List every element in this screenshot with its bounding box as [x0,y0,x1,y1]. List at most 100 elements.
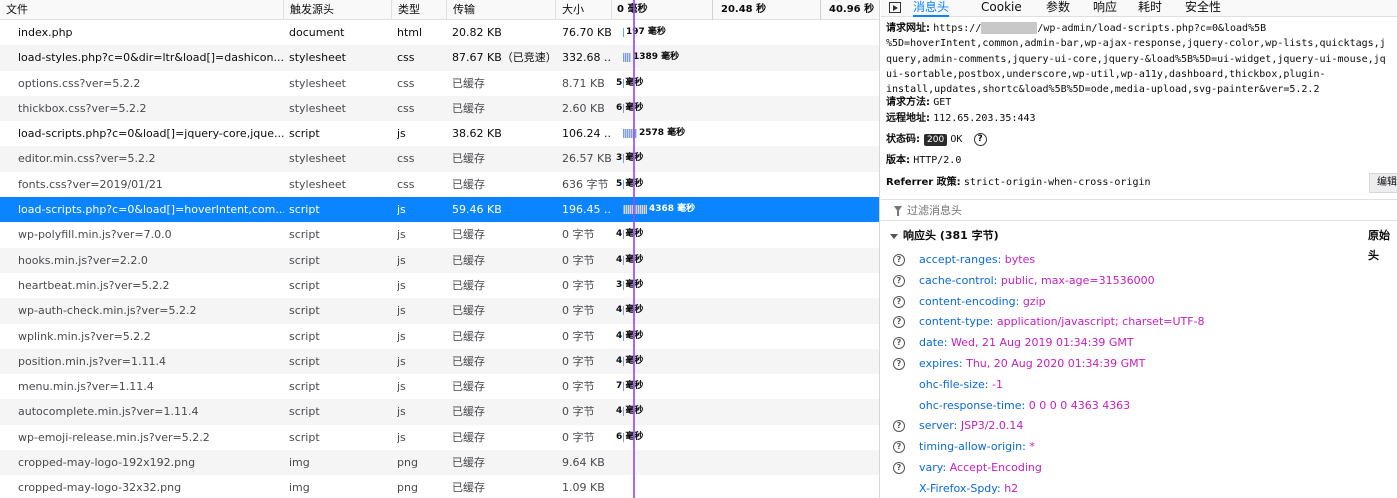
header-value: 0 0 0 0 4363 4363 [1028,398,1131,412]
request-type: js [397,127,406,141]
header-key: vary: Accept-Encoding [919,458,1042,479]
response-header-item[interactable]: ? vary: Accept-Encoding [881,458,1397,479]
column-header-size[interactable]: 大小 [556,0,612,20]
response-header-list: ? accept-ranges: bytes? cache-control: pub… [881,250,1397,498]
request-file: cropped-may-logo-192x192.png [18,456,196,470]
request-type: css [397,76,415,90]
request-type: html [397,26,423,39]
response-header-item[interactable]: ohc-response-time: 0 0 0 0 4363 4363 [881,396,1397,417]
request-row[interactable]: wp-auth-check.min.js?ver=5.2.2 script js 已缓… [0,298,879,324]
request-row[interactable]: editor.min.css?ver=5.2.2 stylesheet css 已缓存… [0,146,879,172]
help-icon[interactable]: ? [893,295,905,308]
help-icon[interactable]: ? [893,254,905,266]
request-row[interactable]: cropped-may-logo-192x192.png img png 已缓存 9.6… [0,450,879,476]
request-row[interactable]: cropped-may-logo-32x32.png img png 已缓存 1.09 … [0,475,879,498]
request-row[interactable]: fonts.css?ver=2019/01/21 stylesheet css 已缓存… [0,172,879,197]
header-key: cache-control: public, max-age=31536000 [919,271,1155,292]
request-row[interactable]: wp-emoji-release.min.js?ver=5.2.2 script j… [0,425,879,450]
request-file: editor.min.css?ver=5.2.2 [18,152,156,166]
response-header-item[interactable]: ? server: JSP3/2.0.14 [881,416,1397,437]
response-header-item[interactable]: ? content-encoding: gzip [881,292,1397,313]
filter-headers-input[interactable] [907,203,1207,218]
timing-label: 4 毫秒 [616,254,644,265]
request-cause: stylesheet [289,76,346,90]
response-header-item[interactable]: ohc-file-size: -1 [881,375,1397,396]
response-header-item[interactable]: X-Firefox-Spdy: h2 [881,479,1397,498]
request-row[interactable]: hooks.min.js?ver=2.2.0 script js 已缓存 0 字节 4 毫… [0,247,879,273]
response-header-item[interactable]: ? cache-control: public, max-age=31536000 [881,271,1397,292]
edit-resend-button[interactable]: 编辑 [1369,173,1397,193]
response-header-item[interactable]: ? content-type: application/javascript; c… [881,312,1397,333]
request-row[interactable]: autocomplete.min.js?ver=1.11.4 script js 已缓… [0,399,879,425]
request-size: 0 字节 [562,253,595,267]
request-row[interactable]: load-styles.php?c=0&dir=ltr&load[]=dashi… [0,45,879,71]
header-key: content-type: application/javascript; ch… [919,312,1205,333]
help-icon[interactable]: ? [893,441,905,454]
header-value: Accept-Encoding [949,460,1042,474]
referrer-policy: Referrer 政策: strict-origin-when-cross-or… [886,175,1151,190]
request-cause: script [289,380,320,394]
response-header-item[interactable]: ? accept-ranges: bytes [881,250,1397,271]
request-size: 1.09 KB [562,481,605,495]
help-icon[interactable]: ? [973,132,987,146]
request-row[interactable]: wp-polyfill.min.js?ver=7.0.0 script js 已缓存 0… [0,222,879,247]
header-value: -1 [991,377,1003,391]
request-size: 0 字节 [562,405,595,419]
request-row[interactable]: index.php document html 20.82 KB 76.70 KB 197… [0,20,879,45]
request-row[interactable]: position.min.js?ver=1.11.4 script js 已缓存 0 字… [0,348,879,375]
tab-cookie[interactable]: Cookie [981,0,1022,17]
column-header-transferred[interactable]: 传输 [447,0,556,20]
header-key: date: Wed, 21 Aug 2019 01:34:39 GMT [919,333,1134,354]
header-key: content-encoding: gzip [919,292,1046,313]
header-key-text: cache-control: [919,273,998,287]
request-url-part: ui-sortable,postbox,underscore,wp-util,w… [886,68,1326,80]
tab-timings[interactable]: 耗时 [1138,0,1162,17]
help-icon[interactable]: ? [893,461,905,474]
timing-label: 5 毫秒 [616,178,644,189]
column-header-cause[interactable]: 触发源头 [284,0,392,20]
request-row[interactable]: heartbeat.min.js?ver=5.2.2 script js 已缓存 0 字… [0,273,879,298]
request-method-value: GET [933,97,952,108]
help-icon[interactable]: ? [893,357,905,370]
response-header-item[interactable]: ? timing-allow-origin: * [881,437,1397,458]
request-file: load-scripts.php?c=0&load[]=hoverIntent,… [18,203,284,217]
response-header-item[interactable]: ? date: Wed, 21 Aug 2019 01:34:39 GMT [881,333,1397,354]
request-row[interactable]: wplink.min.js?ver=5.2.2 script js 已缓存 0 字节 4 … [0,324,879,349]
help-icon[interactable]: ? [893,316,905,329]
response-headers-section[interactable]: 响应头 (381 字节) 原始头 [881,226,1397,262]
help-icon[interactable]: ? [893,274,905,287]
request-file: position.min.js?ver=1.11.4 [18,354,166,368]
request-file: menu.min.js?ver=1.11.4 [18,380,154,394]
request-size: 8.71 KB [562,76,605,90]
tab-headers[interactable]: 消息头 [913,0,950,17]
request-cause: script [289,304,320,318]
help-icon[interactable]: ? [893,337,905,350]
header-key-text: ohc-file-size: [919,377,989,391]
request-size: 9.64 KB [562,456,605,470]
column-header-type[interactable]: 类型 [392,0,447,20]
header-filter [881,199,1397,221]
status-code-label: 状态码: [886,134,920,145]
timing-label: 3 毫秒 [616,279,644,290]
help-icon[interactable]: ? [893,420,905,433]
request-type: js [397,304,406,318]
request-row[interactable]: thickbox.css?ver=5.2.2 stylesheet css 已缓存 2.… [0,95,879,122]
request-size: 0 字节 [562,354,595,368]
request-type: js [397,329,406,343]
request-row[interactable]: menu.min.js?ver=1.11.4 script js 已缓存 0 字节 7 毫… [0,374,879,399]
request-type: js [397,405,406,419]
tab-params[interactable]: 参数 [1046,0,1070,17]
request-transferred: 已缓存 [452,152,485,166]
toggle-panel-icon[interactable] [889,2,901,13]
header-key: timing-allow-origin: * [919,437,1035,458]
request-transferred: 已缓存 [452,278,485,292]
request-row[interactable]: load-scripts.php?c=0&load[]=hoverIntent,… [0,197,879,223]
request-row[interactable]: options.css?ver=5.2.2 stylesheet css 已缓存 8.7… [0,71,879,96]
request-size: 196.45 ... [562,203,612,217]
tab-response[interactable]: 响应 [1093,0,1117,17]
tab-security[interactable]: 安全性 [1185,0,1221,17]
response-header-item[interactable]: ? expires: Thu, 20 Aug 2020 01:34:39 GMT [881,354,1397,375]
request-row[interactable]: load-scripts.php?c=0&load[]=jquery-core,… [0,121,879,146]
redacted-host [981,22,1038,34]
column-header-file[interactable]: 文件 [0,0,284,20]
